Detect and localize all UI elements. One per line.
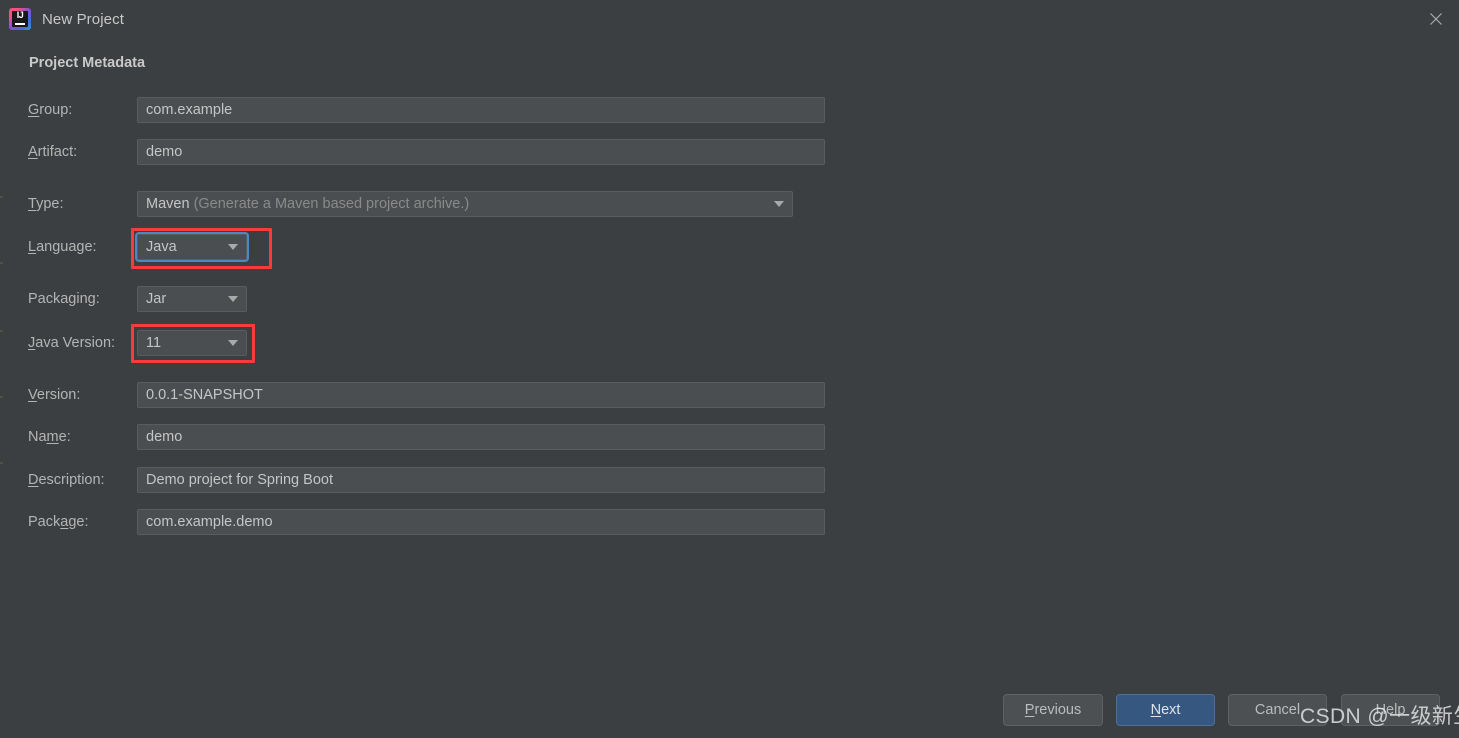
form-row-language: Language: Java bbox=[28, 232, 249, 262]
form-row-group: Group: com.example bbox=[28, 97, 825, 123]
window-title: New Project bbox=[42, 10, 124, 28]
label-name: Name: bbox=[28, 429, 71, 445]
intellij-idea-logo-icon: IJ bbox=[9, 8, 31, 30]
label-version: Version: bbox=[28, 387, 81, 403]
group-input[interactable]: com.example bbox=[137, 97, 825, 123]
label-package: Package: bbox=[28, 514, 89, 530]
chevron-down-icon bbox=[228, 244, 238, 250]
form-row-package: Package: com.example.demo bbox=[28, 509, 825, 535]
label-packaging: Packaging: bbox=[28, 291, 100, 307]
description-input[interactable]: Demo project for Spring Boot bbox=[137, 467, 825, 493]
packaging-dropdown[interactable]: Jar bbox=[137, 286, 247, 312]
label-java-version: Java Version: bbox=[28, 335, 116, 351]
java-version-dropdown[interactable]: 11 bbox=[137, 330, 247, 356]
close-icon[interactable] bbox=[1413, 0, 1459, 38]
new-project-dialog: IJ New Project Project Metadata Group: c… bbox=[0, 0, 1459, 738]
version-input[interactable]: 0.0.1-SNAPSHOT bbox=[137, 382, 825, 408]
package-input[interactable]: com.example.demo bbox=[137, 509, 825, 535]
form-row-packaging: Packaging: Jar bbox=[28, 286, 247, 312]
help-button-label: Help bbox=[1375, 702, 1406, 718]
label-group: Group: bbox=[28, 102, 73, 118]
artifact-input[interactable]: demo bbox=[137, 139, 825, 165]
next-button[interactable]: Next bbox=[1116, 694, 1215, 726]
page-title: Project Metadata bbox=[29, 55, 146, 71]
edge-artifact bbox=[0, 262, 3, 264]
previous-button-label: Previous bbox=[1024, 702, 1082, 718]
logo-underbar bbox=[15, 23, 25, 25]
java-version-dropdown-text: 11 bbox=[146, 335, 162, 351]
chevron-down-icon bbox=[228, 296, 238, 302]
title-bar: IJ New Project bbox=[0, 0, 1459, 38]
form-row-artifact: Artifact: demo bbox=[28, 139, 825, 165]
cancel-button-label: Cancel bbox=[1254, 702, 1301, 718]
form-row-type: Type: Maven (Generate a Maven based proj… bbox=[28, 191, 793, 217]
type-dropdown-text: Maven (Generate a Maven based project ar… bbox=[146, 196, 470, 212]
close-glyph bbox=[1430, 13, 1442, 25]
next-button-label: Next bbox=[1150, 702, 1181, 718]
form-row-name: Name: demo bbox=[28, 424, 825, 450]
edge-artifact bbox=[0, 330, 3, 332]
logo-letters: IJ bbox=[16, 10, 24, 20]
form-row-description: Description: Demo project for Spring Boo… bbox=[28, 467, 825, 493]
label-language: Language: bbox=[28, 239, 97, 255]
help-button[interactable]: Help bbox=[1341, 694, 1440, 726]
previous-button[interactable]: Previous bbox=[1003, 694, 1103, 726]
cancel-button[interactable]: Cancel bbox=[1228, 694, 1327, 726]
language-dropdown-text: Java bbox=[146, 239, 177, 255]
clipped-bottom-text bbox=[0, 734, 1459, 738]
packaging-dropdown-text: Jar bbox=[146, 291, 167, 307]
form-row-version: Version: 0.0.1-SNAPSHOT bbox=[28, 382, 825, 408]
form-row-java-version: Java Version: 11 bbox=[28, 330, 247, 356]
name-input[interactable]: demo bbox=[137, 424, 825, 450]
edge-artifact bbox=[0, 396, 3, 398]
dialog-button-bar: Previous Next Cancel Help bbox=[0, 694, 1459, 726]
edge-artifact bbox=[0, 196, 3, 198]
label-type: Type: bbox=[28, 196, 64, 212]
label-description: Description: bbox=[28, 472, 105, 488]
type-dropdown[interactable]: Maven (Generate a Maven based project ar… bbox=[137, 191, 793, 217]
language-dropdown[interactable]: Java bbox=[135, 232, 249, 262]
clipped-bottom-text-content bbox=[90, 734, 94, 738]
edge-artifact bbox=[0, 462, 3, 464]
chevron-down-icon bbox=[228, 340, 238, 346]
chevron-down-icon bbox=[774, 201, 784, 207]
label-artifact: Artifact: bbox=[28, 144, 78, 160]
